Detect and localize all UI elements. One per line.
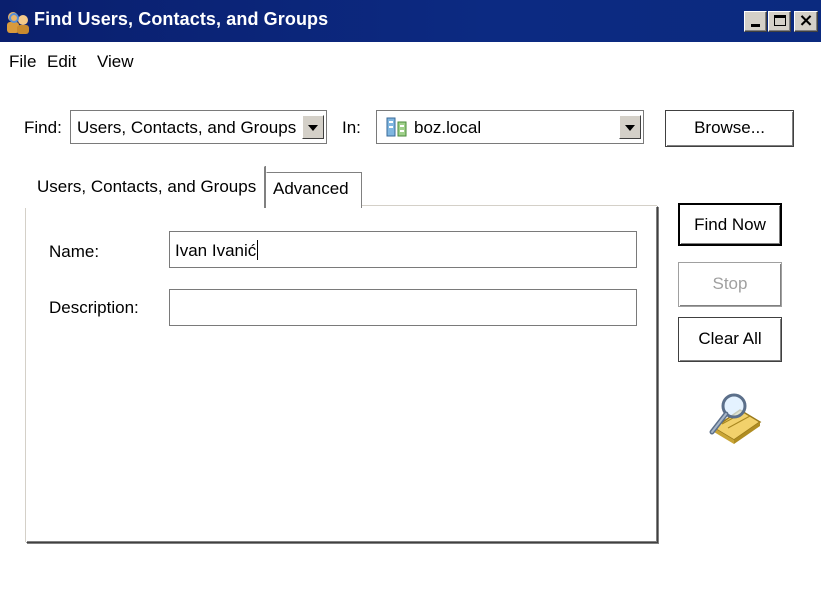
stop-button: Stop <box>678 262 782 307</box>
chevron-down-icon <box>308 125 318 131</box>
description-label: Description: <box>49 298 139 317</box>
menu-bar: File Edit View <box>0 42 821 84</box>
close-icon: × <box>798 10 814 31</box>
window-title: Find Users, Contacts, and Groups <box>34 9 329 29</box>
name-field-value: Ivan Ivanić <box>175 241 257 260</box>
name-label: Name: <box>49 242 100 261</box>
maximize-button[interactable] <box>768 11 791 32</box>
magnifier-search-icon <box>709 393 762 444</box>
minimize-icon <box>751 24 760 27</box>
browse-button[interactable]: Browse... <box>665 110 794 147</box>
in-location-value: boz.local <box>414 118 482 137</box>
find-now-button[interactable]: Find Now <box>678 203 782 246</box>
tab-users-contacts-groups[interactable]: Users, Contacts, and Groups <box>26 166 265 208</box>
find-dialog-window: Find Users, Contacts, and Groups × File … <box>0 0 821 594</box>
in-location-select[interactable]: boz.local <box>376 110 644 144</box>
find-type-value: Users, Contacts, and Groups <box>77 118 297 137</box>
find-label: Find: <box>24 118 62 137</box>
chevron-down-icon <box>625 125 635 131</box>
close-button[interactable]: × <box>794 10 818 32</box>
in-location-dropdown-button[interactable] <box>619 115 641 139</box>
tab-advanced-label: Advanced <box>273 179 349 198</box>
menu-edit[interactable]: Edit <box>47 52 76 72</box>
tab-advanced[interactable]: Advanced <box>266 172 362 208</box>
title-bar[interactable]: Find Users, Contacts, and Groups × <box>0 0 821 42</box>
menu-view[interactable]: View <box>97 52 134 72</box>
menu-file[interactable]: File <box>9 52 36 72</box>
name-field[interactable]: Ivan Ivanić <box>169 231 637 268</box>
tab-users-label: Users, Contacts, and Groups <box>37 177 257 196</box>
find-type-dropdown-button[interactable] <box>302 115 324 139</box>
minimize-button[interactable] <box>744 11 767 32</box>
find-type-select[interactable]: Users, Contacts, and Groups <box>70 110 327 144</box>
description-field[interactable] <box>169 289 637 326</box>
text-caret <box>257 240 259 260</box>
maximize-icon <box>774 15 786 26</box>
domain-icon <box>386 117 407 137</box>
find-people-icon <box>7 12 29 34</box>
in-label: In: <box>342 118 361 137</box>
clear-all-button[interactable]: Clear All <box>678 317 782 362</box>
